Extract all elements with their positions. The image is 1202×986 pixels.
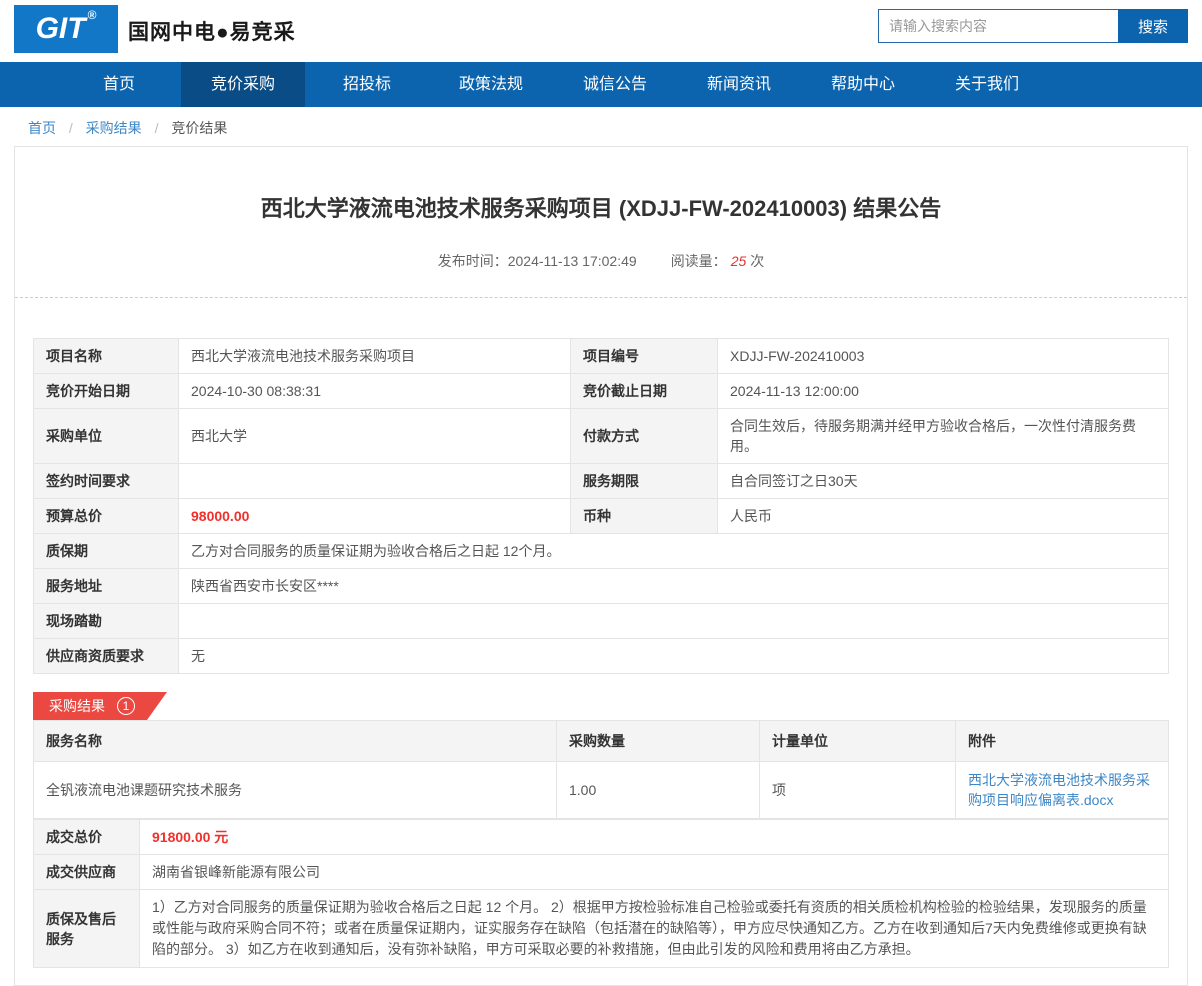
table-row: 成交供应商 湖南省银峰新能源有限公司 [34,855,1169,890]
col-header-unit: 计量单位 [760,721,956,762]
dashed-divider [15,297,1187,298]
service-name-value: 全钒液流电池课题研究技术服务 [34,762,557,819]
search-button[interactable]: 搜索 [1118,9,1188,43]
row-label: 服务期限 [571,464,718,499]
table-row: 服务地址 陕西省西安市长安区**** [34,569,1169,604]
breadcrumb-home[interactable]: 首页 [28,120,56,136]
table-header-row: 服务名称 采购数量 计量单位 附件 [34,721,1169,762]
attachment-cell: 西北大学液流电池技术服务采购项目响应偏离表.docx [956,762,1169,819]
nav-item-home[interactable]: 首页 [57,62,181,107]
project-name-value: 西北大学液流电池技术服务采购项目 [179,339,571,374]
site-survey-value [179,604,1169,639]
unit-value: 项 [760,762,956,819]
nav-item-tender[interactable]: 招投标 [305,62,429,107]
result-detail-table: 成交总价 91800.00 元 成交供应商 湖南省银峰新能源有限公司 质保及售后… [33,819,1169,968]
row-label: 竞价截止日期 [571,374,718,409]
attachment-link[interactable]: 西北大学液流电池技术服务采购项目响应偏离表.docx [968,772,1150,808]
publish-time-label: 发布时间： [438,253,508,269]
result-count-badge: 1 [117,697,135,715]
row-label: 竞价开始日期 [34,374,179,409]
budget-total-value: 98000.00 [179,499,571,534]
purchaser-value: 西北大学 [179,409,571,464]
publish-time-value: 2024-11-13 17:02:49 [508,253,637,269]
main-nav: 首页 竞价采购 招投标 政策法规 诚信公告 新闻资讯 帮助中心 关于我们 [0,62,1202,107]
quantity-value: 1.00 [557,762,760,819]
table-row: 质保期 乙方对合同服务的质量保证期为验收合格后之日起 12个月。 [34,534,1169,569]
search-bar: 搜索 [878,9,1188,43]
supplier-qualification-value: 无 [179,639,1169,674]
row-label: 成交总价 [34,820,140,855]
row-label: 采购单位 [34,409,179,464]
breadcrumb-separator: / [69,120,73,136]
sign-time-value [179,464,571,499]
col-header-service-name: 服务名称 [34,721,557,762]
table-row: 供应商资质要求 无 [34,639,1169,674]
table-row: 全钒液流电池课题研究技术服务 1.00 项 西北大学液流电池技术服务采购项目响应… [34,762,1169,819]
breadcrumb-procurement-results[interactable]: 采购结果 [86,120,142,136]
row-label: 付款方式 [571,409,718,464]
table-row: 竞价开始日期 2024-10-30 08:38:31 竞价截止日期 2024-1… [34,374,1169,409]
logo-text: GIT [36,12,86,46]
row-label: 预算总价 [34,499,179,534]
breadcrumb-current: 竞价结果 [171,120,227,136]
row-label: 项目编号 [571,339,718,374]
table-row: 预算总价 98000.00 币种 人民币 [34,499,1169,534]
search-input[interactable] [878,9,1118,43]
row-label: 服务地址 [34,569,179,604]
bid-end-value: 2024-11-13 12:00:00 [718,374,1169,409]
col-header-attachment: 附件 [956,721,1169,762]
supplier-value: 湖南省银峰新能源有限公司 [140,855,1169,890]
service-period-value: 自合同签订之日30天 [718,464,1169,499]
row-label: 成交供应商 [34,855,140,890]
table-row: 签约时间要求 服务期限 自合同签订之日30天 [34,464,1169,499]
row-label: 质保期 [34,534,179,569]
row-label: 项目名称 [34,339,179,374]
top-header: GIT® 国网中电●易竞采 搜索 [0,0,1202,62]
result-items-table: 服务名称 采购数量 计量单位 附件 全钒液流电池课题研究技术服务 1.00 项 … [33,720,1169,819]
project-info-table: 项目名称 西北大学液流电池技术服务采购项目 项目编号 XDJJ-FW-20241… [33,338,1169,674]
site-logo[interactable]: GIT® [14,5,118,53]
currency-value: 人民币 [718,499,1169,534]
bid-start-value: 2024-10-30 08:38:31 [179,374,571,409]
breadcrumb-separator: / [155,120,159,136]
project-number-value: XDJJ-FW-202410003 [718,339,1169,374]
views-label: 阅读量： [671,253,727,269]
row-label: 供应商资质要求 [34,639,179,674]
warranty-period-value: 乙方对合同服务的质量保证期为验收合格后之日起 12个月。 [179,534,1169,569]
row-label: 质保及售后服务 [34,890,140,968]
warranty-after-sales-value: 1）乙方对合同服务的质量保证期为验收合格后之日起 12 个月。 2）根据甲方按检… [140,890,1169,968]
views-count: 25 [731,253,747,269]
row-label: 币种 [571,499,718,534]
article-meta: 发布时间：2024-11-13 17:02:49 阅读量：25次 [15,251,1187,271]
nav-item-news[interactable]: 新闻资讯 [677,62,801,107]
table-row: 项目名称 西北大学液流电池技术服务采购项目 项目编号 XDJJ-FW-20241… [34,339,1169,374]
nav-item-bidding-purchase[interactable]: 竞价采购 [181,62,305,107]
row-label: 签约时间要求 [34,464,179,499]
payment-method-value: 合同生效后，待服务期满并经甲方验收合格后，一次性付清服务费用。 [718,409,1169,464]
ribbon-label: 采购结果 [49,696,105,716]
service-address-value: 陕西省西安市长安区**** [179,569,1169,604]
breadcrumb: 首页 / 采购结果 / 竞价结果 [0,107,1202,146]
announcement-card: 西北大学液流电池技术服务采购项目 (XDJJ-FW-202410003) 结果公… [14,146,1188,986]
nav-item-about-us[interactable]: 关于我们 [925,62,1049,107]
row-label: 现场踏勘 [34,604,179,639]
site-name: 国网中电●易竞采 [128,16,296,46]
table-row: 现场踏勘 [34,604,1169,639]
table-row: 成交总价 91800.00 元 [34,820,1169,855]
procurement-result-ribbon: 采购结果 1 [33,692,167,720]
page-title: 西北大学液流电池技术服务采购项目 (XDJJ-FW-202410003) 结果公… [15,147,1187,223]
views-unit: 次 [750,253,764,269]
nav-item-help-center[interactable]: 帮助中心 [801,62,925,107]
nav-item-policy[interactable]: 政策法规 [429,62,553,107]
deal-price-value: 91800.00 元 [140,820,1169,855]
table-row: 采购单位 西北大学 付款方式 合同生效后，待服务期满并经甲方验收合格后，一次性付… [34,409,1169,464]
nav-item-integrity-notice[interactable]: 诚信公告 [553,62,677,107]
table-row: 质保及售后服务 1）乙方对合同服务的质量保证期为验收合格后之日起 12 个月。 … [34,890,1169,968]
registered-mark-icon: ® [88,8,97,22]
col-header-quantity: 采购数量 [557,721,760,762]
